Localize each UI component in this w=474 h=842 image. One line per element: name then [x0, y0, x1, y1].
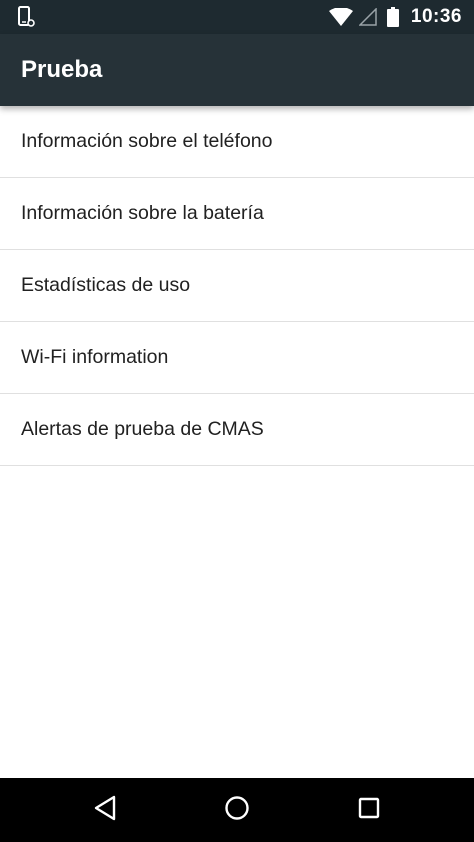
navigation-bar — [0, 778, 474, 842]
status-bar: 10:36 — [0, 0, 474, 34]
phone-debug-icon — [16, 6, 36, 28]
screen: 10:36 Prueba Información sobre el teléfo… — [0, 0, 474, 842]
list-item-label: Wi-Fi information — [21, 346, 169, 368]
settings-list: Información sobre el teléfono Informació… — [0, 106, 474, 466]
clock: 10:36 — [410, 6, 462, 27]
battery-icon — [386, 7, 399, 27]
home-button[interactable] — [219, 792, 255, 828]
app-bar: Prueba — [0, 34, 474, 106]
back-button[interactable] — [87, 792, 123, 828]
list-item-label: Estadísticas de uso — [21, 274, 191, 296]
status-icons: 10:36 — [328, 0, 462, 34]
recents-icon — [358, 797, 380, 824]
home-icon — [224, 795, 250, 826]
app-title: Prueba — [21, 56, 103, 83]
list-item-label: Información sobre el teléfono — [21, 130, 273, 152]
list-item-usage-stats[interactable]: Estadísticas de uso — [0, 250, 474, 322]
list-item-phone-info[interactable]: Información sobre el teléfono — [0, 106, 474, 178]
list-item-battery-info[interactable]: Información sobre la batería — [0, 178, 474, 250]
back-icon — [93, 795, 117, 826]
list-item-cmas-alerts[interactable]: Alertas de prueba de CMAS — [0, 394, 474, 466]
recents-button[interactable] — [351, 792, 387, 828]
wifi-icon — [328, 8, 353, 26]
signal-icon — [358, 8, 377, 26]
list-item-label: Alertas de prueba de CMAS — [21, 418, 264, 440]
list-item-label: Información sobre la batería — [21, 202, 264, 224]
list-item-wifi-info[interactable]: Wi-Fi information — [0, 322, 474, 394]
